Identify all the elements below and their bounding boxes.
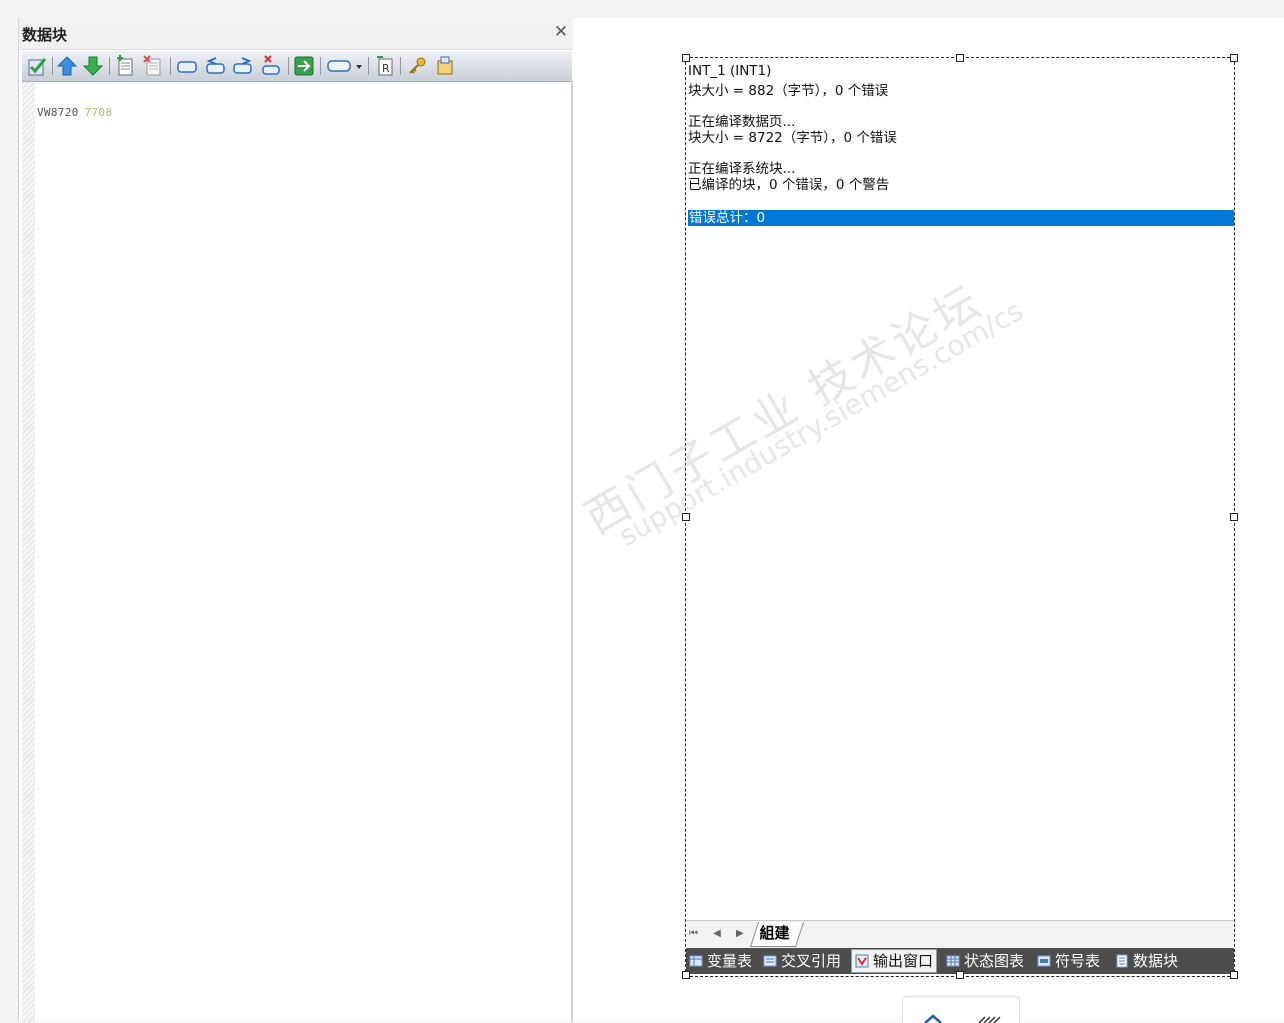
status-chart-icon (946, 955, 960, 967)
resize-handle-bottom[interactable] (956, 971, 964, 979)
error-total-line[interactable]: 错误总计：0 (688, 210, 1234, 226)
output-window-icon (855, 954, 869, 968)
task-cross-reference[interactable]: 交叉引用 (763, 950, 841, 972)
task-variable-table[interactable]: 变量表 (689, 950, 752, 972)
variable-table-icon (689, 955, 703, 967)
output-line: 块大小 = 882（字节），0 个错误 (688, 83, 889, 99)
delete-page-icon[interactable] (142, 55, 164, 77)
data-block-panel: 数据块 ✕ R VW8720 7708 (18, 18, 573, 1022)
sheet-tab-bar: ⏮ ◀ ▶ ⏭ 組建 (686, 920, 1234, 949)
symbol-table-icon (1037, 955, 1051, 967)
compile-check-icon[interactable] (26, 55, 48, 77)
output-line: 块大小 = 8722（字节），0 个错误 (688, 130, 897, 146)
goto-icon[interactable] (293, 55, 315, 77)
toggle-bookmark-icon[interactable] (176, 55, 198, 77)
key-icon[interactable] (406, 55, 428, 77)
cross-reference-icon (763, 955, 777, 967)
panel-title: 数据块 (22, 26, 68, 44)
code-value: 7708 (84, 106, 113, 119)
code-address: VW8720 (37, 106, 79, 119)
editor-gutter (22, 82, 35, 1022)
library-icon[interactable] (434, 55, 456, 77)
resize-handle-bottom-left[interactable] (682, 971, 690, 979)
task-status-chart[interactable]: 状态图表 (946, 950, 1024, 972)
tab-build[interactable]: 組建 (749, 922, 805, 947)
insert-page-icon[interactable] (114, 55, 136, 77)
floating-toolbar[interactable] (902, 996, 1020, 1023)
resize-handle-right[interactable] (1230, 513, 1238, 521)
task-output-window[interactable]: 输出窗口 (851, 949, 938, 973)
output-window-image[interactable]: INT_1 (INT1) 块大小 = 882（字节），0 个错误 正在编译数据页… (682, 54, 1238, 979)
resize-handle-top[interactable] (956, 54, 964, 62)
next-bookmark-icon[interactable] (232, 55, 254, 77)
resize-handle-top-left[interactable] (682, 54, 690, 62)
resize-handle-left[interactable] (682, 513, 690, 521)
data-block-editor[interactable]: VW8720 7708 (22, 82, 573, 1022)
data-block-icon (1116, 954, 1128, 968)
output-line: INT_1 (INT1) (688, 63, 772, 79)
arrow-up-icon[interactable] (56, 55, 78, 77)
resize-handle-bottom-right[interactable] (1230, 971, 1238, 979)
output-line: 已编译的块，0 个错误，0 个警告 (688, 177, 890, 193)
clear-bookmarks-icon[interactable] (260, 55, 282, 77)
resize-handle-top-right[interactable] (1230, 54, 1238, 62)
data-block-toolbar: R (22, 51, 572, 82)
arrow-down-icon[interactable] (82, 55, 104, 77)
code-line: VW8720 7708 (37, 106, 112, 119)
svg-text:R: R (382, 62, 390, 75)
tag-dropdown-icon[interactable] (326, 55, 364, 77)
panel-title-bar: 数据块 ✕ (19, 18, 573, 50)
properties-icon[interactable]: R (374, 55, 396, 77)
task-symbol-table[interactable]: 符号表 (1037, 950, 1100, 972)
close-button[interactable]: ✕ (551, 22, 571, 42)
prev-bookmark-icon[interactable] (204, 55, 226, 77)
tab-build-label: 組建 (759, 924, 790, 942)
task-data-block[interactable]: 数据块 (1115, 950, 1178, 972)
